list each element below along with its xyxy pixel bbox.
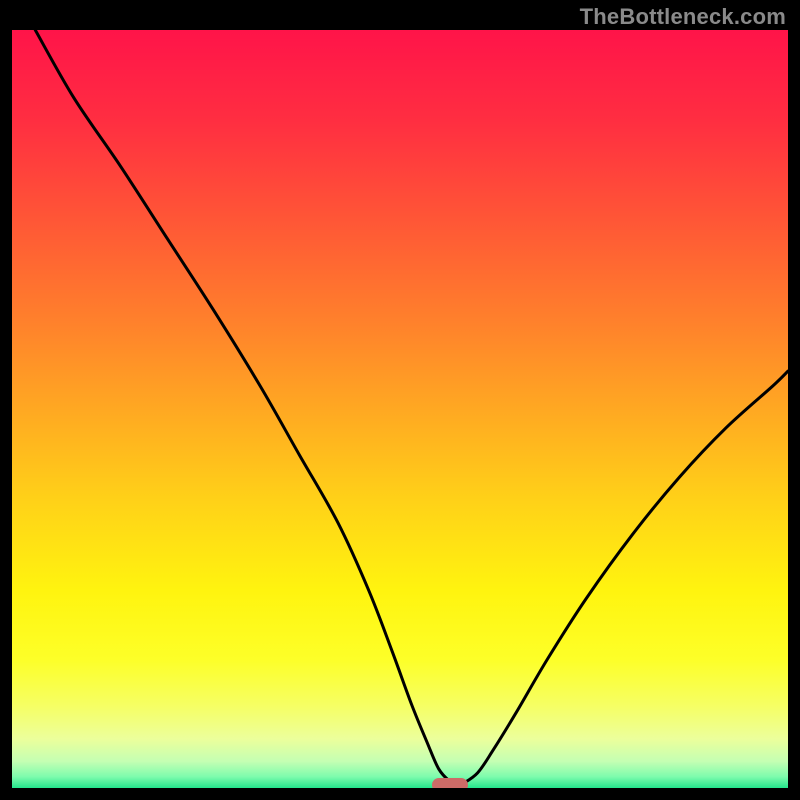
chart-frame: TheBottleneck.com (0, 0, 800, 800)
plot-area (12, 30, 788, 788)
optimum-marker (432, 778, 468, 788)
bottleneck-curve (12, 30, 788, 788)
attribution-text: TheBottleneck.com (580, 4, 786, 30)
